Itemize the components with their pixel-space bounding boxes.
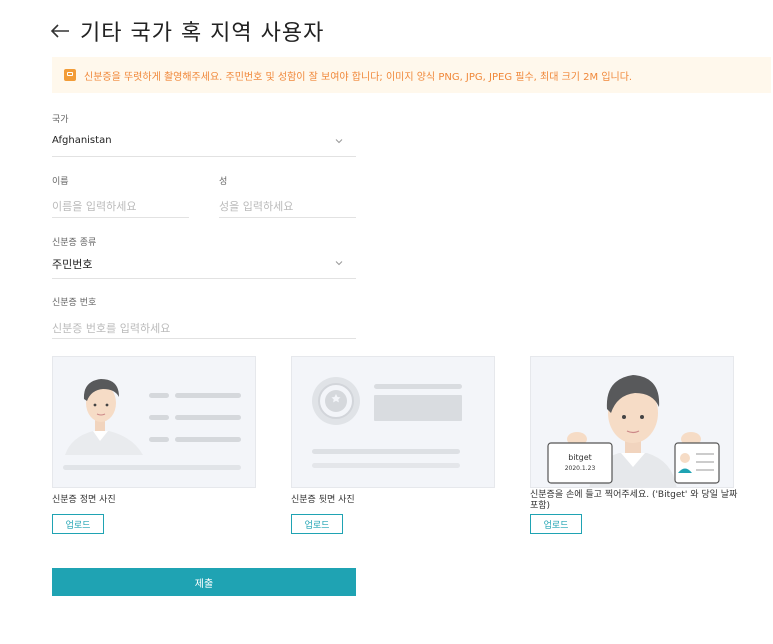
id-back-card[interactable] — [291, 356, 495, 488]
country-underline — [52, 156, 356, 157]
back-arrow-icon[interactable] — [50, 20, 72, 42]
first-name-underline — [52, 217, 189, 218]
selfie-caption: 신분증을 손에 들고 찍어주세요. ('Bitget' 와 당일 날짜 포함) — [530, 490, 738, 511]
id-number-label: 신분증 번호 — [52, 298, 97, 308]
id-front-card[interactable] — [52, 356, 256, 488]
selfie-card[interactable]: bitget 2020.1.23 — [530, 356, 734, 488]
first-name-label: 이름 — [52, 177, 69, 187]
last-name-label: 성 — [219, 177, 228, 187]
notice-banner: 신분증을 뚜렷하게 촬영해주세요. 주민번호 및 성함이 잘 보여야 합니다; … — [52, 57, 771, 93]
selfie-sign-date: 2020.1.23 — [564, 465, 596, 472]
id-number-input[interactable]: 신분증 번호를 입력하세요 — [52, 320, 170, 336]
last-name-input[interactable]: 성을 입력하세요 — [219, 198, 293, 214]
first-name-input[interactable]: 이름을 입력하세요 — [52, 198, 136, 214]
warning-icon — [64, 69, 76, 81]
id-back-caption: 신분증 뒷면 사진 — [291, 495, 355, 505]
id-number-underline — [52, 338, 356, 339]
id-front-illustration — [63, 379, 241, 470]
country-select[interactable]: Afghanistan — [52, 135, 112, 146]
page-title: 기타 국가 혹 지역 사용자 — [80, 21, 325, 46]
page-header: 기타 국가 혹 지역 사용자 — [50, 14, 324, 48]
upload-front-button[interactable]: 업로드 — [52, 514, 104, 534]
upload-back-button[interactable]: 업로드 — [291, 514, 343, 534]
submit-button[interactable]: 제출 — [52, 568, 356, 596]
last-name-underline — [219, 217, 356, 218]
id-type-underline — [52, 278, 356, 279]
selfie-sign-brand: bitget — [568, 453, 592, 462]
id-front-caption: 신분증 정면 사진 — [52, 495, 116, 505]
country-label: 국가 — [52, 115, 69, 125]
upload-selfie-button[interactable]: 업로드 — [530, 514, 582, 534]
chevron-down-icon[interactable] — [334, 258, 344, 268]
id-type-label: 신분증 종류 — [52, 238, 97, 248]
notice-text: 신분증을 뚜렷하게 촬영해주세요. 주민번호 및 성함이 잘 보여야 합니다; … — [84, 71, 633, 83]
id-back-illustration — [312, 377, 462, 468]
id-type-select[interactable]: 주민번호 — [52, 256, 92, 272]
chevron-down-icon[interactable] — [334, 136, 344, 146]
